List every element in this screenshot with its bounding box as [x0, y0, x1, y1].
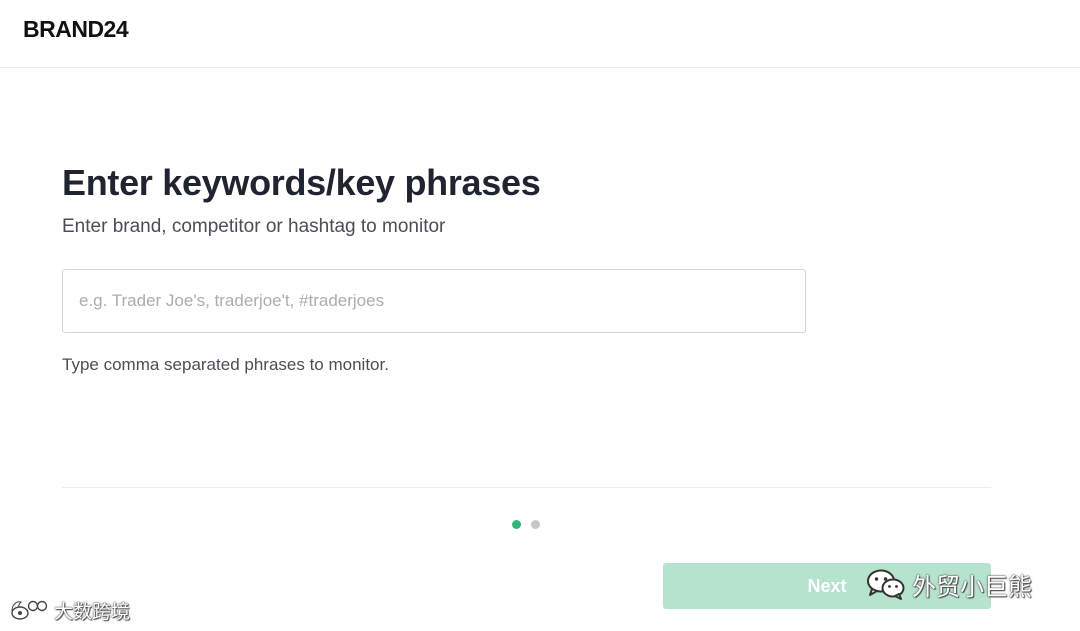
weibo-watermark-text: 大数跨境 [54, 600, 131, 623]
wechat-icon [867, 569, 905, 600]
wechat-watermark-text: 外贸小巨熊 [912, 572, 1032, 601]
input-hint: Type comma separated phrases to monitor. [62, 355, 389, 374]
step-dot-inactive [531, 520, 540, 529]
brand24-logo[interactable]: BRAND24 [23, 16, 129, 43]
page-title: Enter keywords/key phrases [62, 162, 541, 203]
keywords-input[interactable] [62, 269, 806, 333]
page-subtitle: Enter brand, competitor or hashtag to mo… [62, 216, 446, 237]
divider [62, 487, 991, 488]
weibo-watermark: 大数跨境 [8, 596, 130, 624]
top-bar: BRAND24 [0, 0, 1080, 68]
weibo-icon [10, 600, 48, 620]
wechat-watermark: 外贸小巨熊 [866, 566, 1032, 602]
step-dot-active [512, 520, 521, 529]
